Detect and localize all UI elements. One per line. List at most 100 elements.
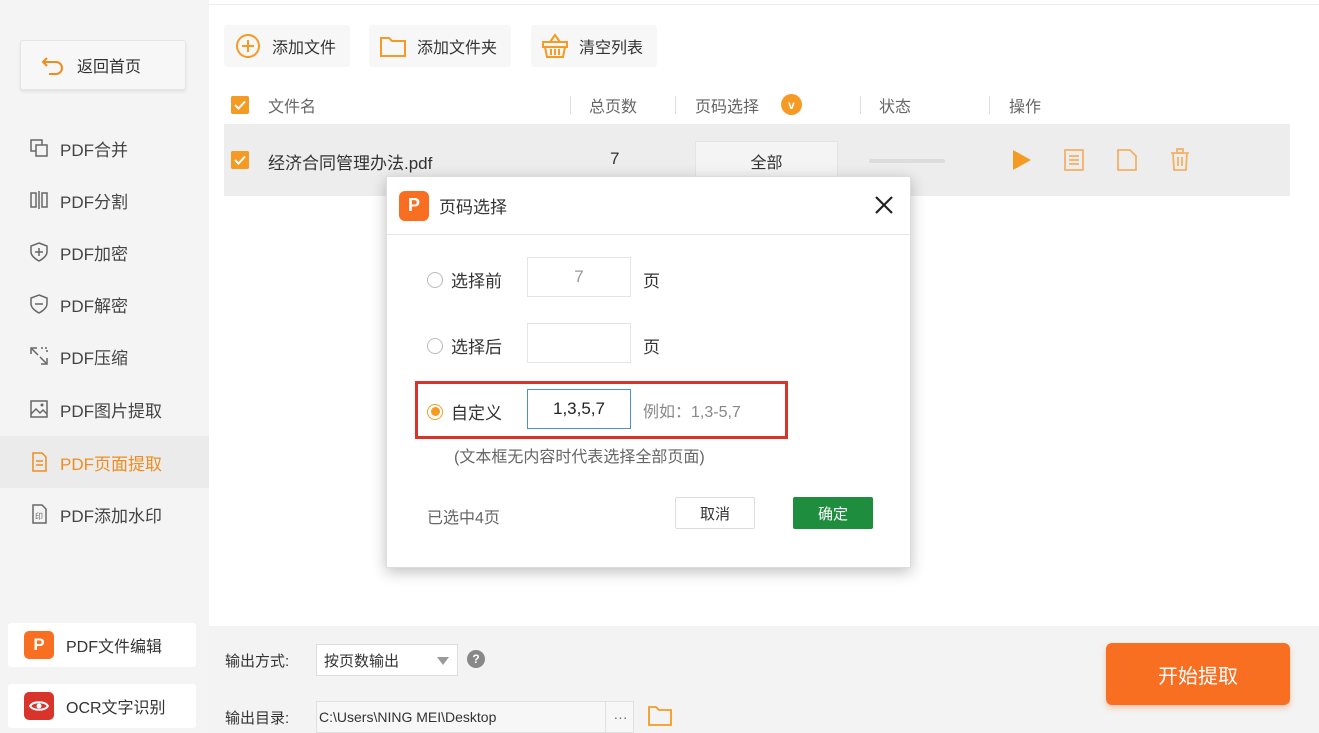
sidebar-item-pdf-watermark[interactable]: 印 PDF添加水印 [0,488,209,540]
shield-plus-icon [28,241,50,263]
page-extract-icon [28,451,50,473]
sidebar-item-pdf-split[interactable]: PDF分割 [0,174,209,226]
ok-button[interactable]: 确定 [793,497,873,529]
add-file-label: 添加文件 [272,40,337,57]
image-icon [28,398,50,420]
sidebar-item-label: PDF图片提取 [60,401,162,421]
add-folder-button[interactable]: 添加文件夹 [369,25,512,67]
page-select-dialog: P 页码选择 选择前 7 页 选择后 页 自定义 1,3,5,7 例如：1,3-… [386,176,911,568]
radio-last-pages[interactable]: 选择后 [427,333,502,358]
header-page-select: 页码选择 [695,99,760,116]
radio-custom[interactable]: 自定义 [427,399,502,424]
help-icon[interactable]: ? [467,650,485,668]
ocr-eye-icon [24,692,54,720]
header-total-pages: 总页数 [589,99,638,116]
sidebar: 返回首页 PDF合并 PDF分割 PDF加密 PDF解密 PDF压缩 PDF图片… [0,0,209,733]
radio-button[interactable] [427,271,443,288]
header-status: 状态 [879,99,912,116]
output-dir-value: C:\Users\NING MEI\Desktop [319,709,497,725]
radio-first-pages[interactable]: 选择前 [427,267,502,292]
custom-pages-input[interactable]: 1,3,5,7 [527,389,631,429]
sidebar-item-label: PDF压缩 [60,348,128,368]
select-all-checkbox[interactable] [231,96,249,114]
app-logo-icon: P [399,190,429,221]
header-divider [570,96,571,114]
sidebar-item-label: PDF分割 [60,192,128,212]
header-divider [989,96,990,114]
close-icon[interactable] [870,191,898,219]
unit-label: 页 [643,272,660,291]
pdf-editor-label: PDF文件编辑 [66,639,163,656]
sidebar-item-pdf-page-extract[interactable]: PDF页面提取 [0,436,209,488]
radio-button-checked[interactable] [427,403,443,420]
last-pages-input[interactable] [527,323,631,363]
sidebar-item-pdf-compress[interactable]: PDF压缩 [0,330,209,382]
start-extract-button[interactable]: 开始提取 [1106,643,1290,705]
add-file-button[interactable]: 添加文件 [224,25,351,67]
chevron-down-icon [437,657,449,665]
sidebar-item-label: PDF页面提取 [60,454,162,474]
back-home-label: 返回首页 [77,59,142,76]
row-page-select-button[interactable]: 全部 [695,141,838,181]
back-home-button[interactable]: 返回首页 [20,40,186,90]
dialog-title: 页码选择 [439,198,507,217]
sidebar-item-pdf-merge[interactable]: PDF合并 [0,122,209,174]
sidebar-item-label: PDF加密 [60,244,128,264]
sidebar-item-label: PDF合并 [60,140,128,160]
trash-icon[interactable] [1165,145,1195,175]
selected-count: 已选中4页 [427,510,500,527]
pdf-editor-app-button[interactable]: P PDF文件编辑 [8,623,196,667]
play-icon[interactable] [1006,145,1036,175]
output-mode-value: 按页数输出 [324,652,400,670]
header-filename: 文件名 [268,99,317,116]
clear-list-button[interactable]: 清空列表 [531,25,658,67]
top-divider [209,0,1319,5]
output-mode-label: 输出方式: [225,653,290,670]
row-filename: 经济合同管理办法.pdf [268,154,433,173]
hint-text: (文本框无内容时代表选择全部页面) [454,449,705,466]
browse-button[interactable]: ··· [605,701,635,733]
compress-icon [28,345,50,367]
radio-first-label: 选择前 [451,272,502,291]
shield-minus-icon [28,293,50,315]
dialog-header: P 页码选择 [387,177,910,235]
sidebar-item-pdf-encrypt[interactable]: PDF加密 [0,226,209,278]
pdf-editor-logo-icon: P [24,631,54,659]
basket-icon [541,32,569,60]
radio-button[interactable] [427,337,443,354]
ocr-label: OCR文字识别 [66,700,166,717]
vip-badge-icon: v [781,94,802,115]
radio-custom-label: 自定义 [451,404,502,423]
watermark-icon: 印 [28,503,50,525]
clear-list-label: 清空列表 [579,40,644,57]
document-icon[interactable] [1059,145,1089,175]
output-dir-label: 输出目录: [225,710,290,727]
file-icon[interactable] [1112,145,1142,175]
split-icon [28,189,50,211]
example-text: 例如：1,3-5,7 [643,404,741,421]
open-folder-icon[interactable] [647,703,673,729]
output-dir-field[interactable]: C:\Users\NING MEI\Desktop [316,701,634,733]
sidebar-item-label: PDF解密 [60,296,128,316]
ocr-app-button[interactable]: OCR文字识别 [8,684,196,728]
row-total-pages: 7 [610,149,620,168]
merge-icon [28,137,50,159]
radio-last-label: 选择后 [451,338,502,357]
plus-circle-icon [234,32,262,60]
row-status-progress [869,159,945,163]
cancel-button[interactable]: 取消 [675,497,755,529]
first-pages-input[interactable]: 7 [527,257,631,297]
header-divider [675,96,676,114]
header-actions: 操作 [1009,99,1042,116]
add-folder-label: 添加文件夹 [417,40,498,57]
header-divider [860,96,861,114]
output-mode-select[interactable]: 按页数输出 [316,644,458,676]
unit-label: 页 [643,338,660,357]
undo-arrow-icon [41,55,65,75]
sidebar-item-pdf-image-extract[interactable]: PDF图片提取 [0,383,209,435]
svg-text:印: 印 [35,512,43,521]
folder-icon [379,32,407,60]
sidebar-item-label: PDF添加水印 [60,506,162,526]
sidebar-item-pdf-decrypt[interactable]: PDF解密 [0,278,209,330]
row-checkbox[interactable] [231,151,249,169]
